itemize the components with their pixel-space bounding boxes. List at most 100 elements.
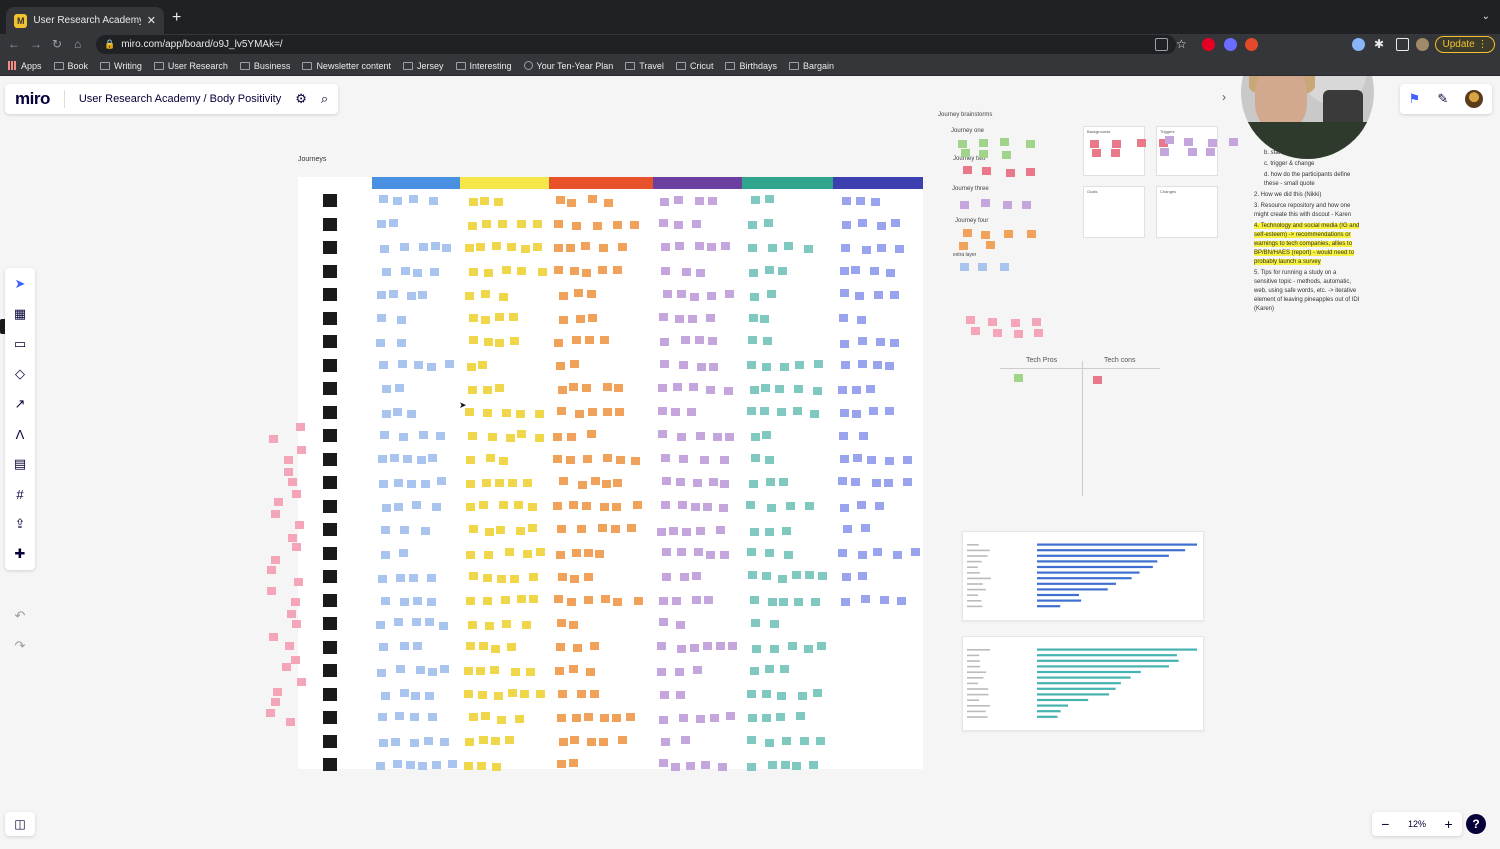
sticky-note[interactable] <box>468 197 478 206</box>
sticky-note[interactable] <box>1004 230 1014 239</box>
sticky-note[interactable] <box>488 432 498 441</box>
sticky-note[interactable] <box>764 455 774 464</box>
sticky-note[interactable] <box>420 479 430 488</box>
sticky-note[interactable] <box>765 265 775 274</box>
sticky-note[interactable] <box>528 572 538 581</box>
sticky-note[interactable] <box>401 267 411 276</box>
sticky-note[interactable] <box>295 422 305 431</box>
sticky-note[interactable] <box>873 291 883 300</box>
sticky-note[interactable] <box>428 668 438 677</box>
sticky-note[interactable] <box>675 621 685 630</box>
sticky-note[interactable] <box>689 292 699 301</box>
sticky-note[interactable] <box>587 314 597 323</box>
sticky-note[interactable] <box>557 573 567 581</box>
changes-frame[interactable]: Changes <box>1156 186 1218 238</box>
sticky-note[interactable] <box>587 408 597 417</box>
participant-thumbnail[interactable] <box>323 640 337 654</box>
sticky-note[interactable] <box>557 760 567 769</box>
sticky-note[interactable] <box>890 218 900 227</box>
update-button[interactable]: Update ⋮ <box>1435 36 1495 53</box>
sticky-note[interactable] <box>394 479 404 488</box>
sticky-note[interactable] <box>661 573 671 582</box>
sticky-note[interactable] <box>429 268 439 277</box>
sticky-note[interactable] <box>576 314 585 323</box>
sticky-note[interactable] <box>617 243 627 252</box>
sticky-note[interactable] <box>725 290 735 299</box>
sticky-note[interactable] <box>861 524 871 533</box>
sticky-note[interactable] <box>441 244 451 253</box>
sticky-note[interactable] <box>576 690 586 699</box>
sticky-note[interactable] <box>590 477 600 486</box>
sticky-note[interactable] <box>661 547 671 556</box>
sticky-note[interactable] <box>468 524 478 533</box>
sticky-note[interactable] <box>377 574 387 583</box>
sticky-note[interactable] <box>699 456 709 465</box>
sticky-note[interactable] <box>558 385 568 394</box>
sticky-note[interactable] <box>884 406 894 415</box>
sticky-note[interactable] <box>679 361 689 370</box>
sticky-note[interactable] <box>292 620 302 628</box>
sticky-note[interactable] <box>491 736 501 745</box>
sticky-note[interactable] <box>534 433 544 442</box>
share-icon[interactable] <box>1155 38 1168 51</box>
sticky-note[interactable] <box>1000 138 1010 147</box>
sticky-note[interactable] <box>603 198 613 207</box>
sticky-note[interactable] <box>554 666 564 675</box>
sticky-note[interactable] <box>657 384 667 392</box>
sticky-note[interactable] <box>770 645 780 654</box>
sticky-note[interactable] <box>483 408 493 417</box>
sticky-note[interactable] <box>977 263 987 272</box>
sticky-note[interactable] <box>761 383 771 392</box>
sticky-note[interactable] <box>661 453 671 462</box>
sticky-note[interactable] <box>427 713 437 722</box>
zoom-in-icon[interactable]: + <box>1445 816 1453 832</box>
sticky-note[interactable] <box>1031 317 1041 326</box>
sticky-note[interactable] <box>506 242 516 251</box>
sticky-note[interactable] <box>426 573 436 582</box>
sticky-note[interactable] <box>502 408 512 417</box>
sticky-note[interactable] <box>394 618 404 627</box>
sticky-note[interactable] <box>696 268 706 277</box>
sticky-note[interactable] <box>768 244 778 253</box>
sticky-note[interactable] <box>695 242 705 251</box>
sticky-note[interactable] <box>553 455 563 464</box>
sticky-note[interactable] <box>440 737 450 746</box>
sticky-note[interactable] <box>658 759 668 768</box>
sticky-note[interactable] <box>749 527 759 536</box>
bookmark-star-icon[interactable]: ☆ <box>1176 37 1187 51</box>
sticky-note[interactable] <box>377 290 387 299</box>
participant-thumbnail[interactable] <box>323 664 337 677</box>
sticky-note[interactable] <box>695 336 705 345</box>
sticky-note[interactable] <box>719 504 729 513</box>
sticky-note[interactable] <box>392 759 402 768</box>
sticky-note[interactable] <box>958 241 968 250</box>
sticky-note[interactable] <box>465 550 475 559</box>
sticky-note[interactable] <box>427 454 437 463</box>
sticky-note[interactable] <box>590 641 600 650</box>
miro-logo[interactable]: miro <box>15 89 50 109</box>
sticky-note[interactable] <box>380 691 390 700</box>
sticky-note[interactable] <box>767 760 777 769</box>
sticky-note[interactable] <box>701 760 711 769</box>
sticky-note[interactable] <box>777 267 787 276</box>
sticky-note[interactable] <box>537 268 547 277</box>
settings-gear-icon[interactable]: ⚙ <box>295 91 307 107</box>
sticky-note[interactable] <box>749 479 759 488</box>
participant-thumbnail[interactable] <box>323 382 337 395</box>
sticky-note[interactable] <box>720 456 730 465</box>
sticky-note[interactable] <box>875 501 885 510</box>
sticky-note[interactable] <box>851 265 861 274</box>
sticky-note[interactable] <box>911 548 921 557</box>
sticky-note[interactable] <box>466 362 476 371</box>
sticky-note[interactable] <box>558 292 568 301</box>
sticky-note[interactable] <box>852 386 861 395</box>
sticky-note[interactable] <box>748 714 758 723</box>
sticky-note[interactable] <box>556 713 566 722</box>
sticky-note[interactable] <box>779 478 789 487</box>
sticky-note[interactable] <box>765 477 775 486</box>
sticky-note[interactable] <box>516 409 526 418</box>
comment-icon[interactable]: ▤ <box>10 454 30 474</box>
sticky-note[interactable] <box>483 386 493 395</box>
sticky-note[interactable] <box>792 406 802 415</box>
journeys-frame[interactable] <box>298 177 923 771</box>
